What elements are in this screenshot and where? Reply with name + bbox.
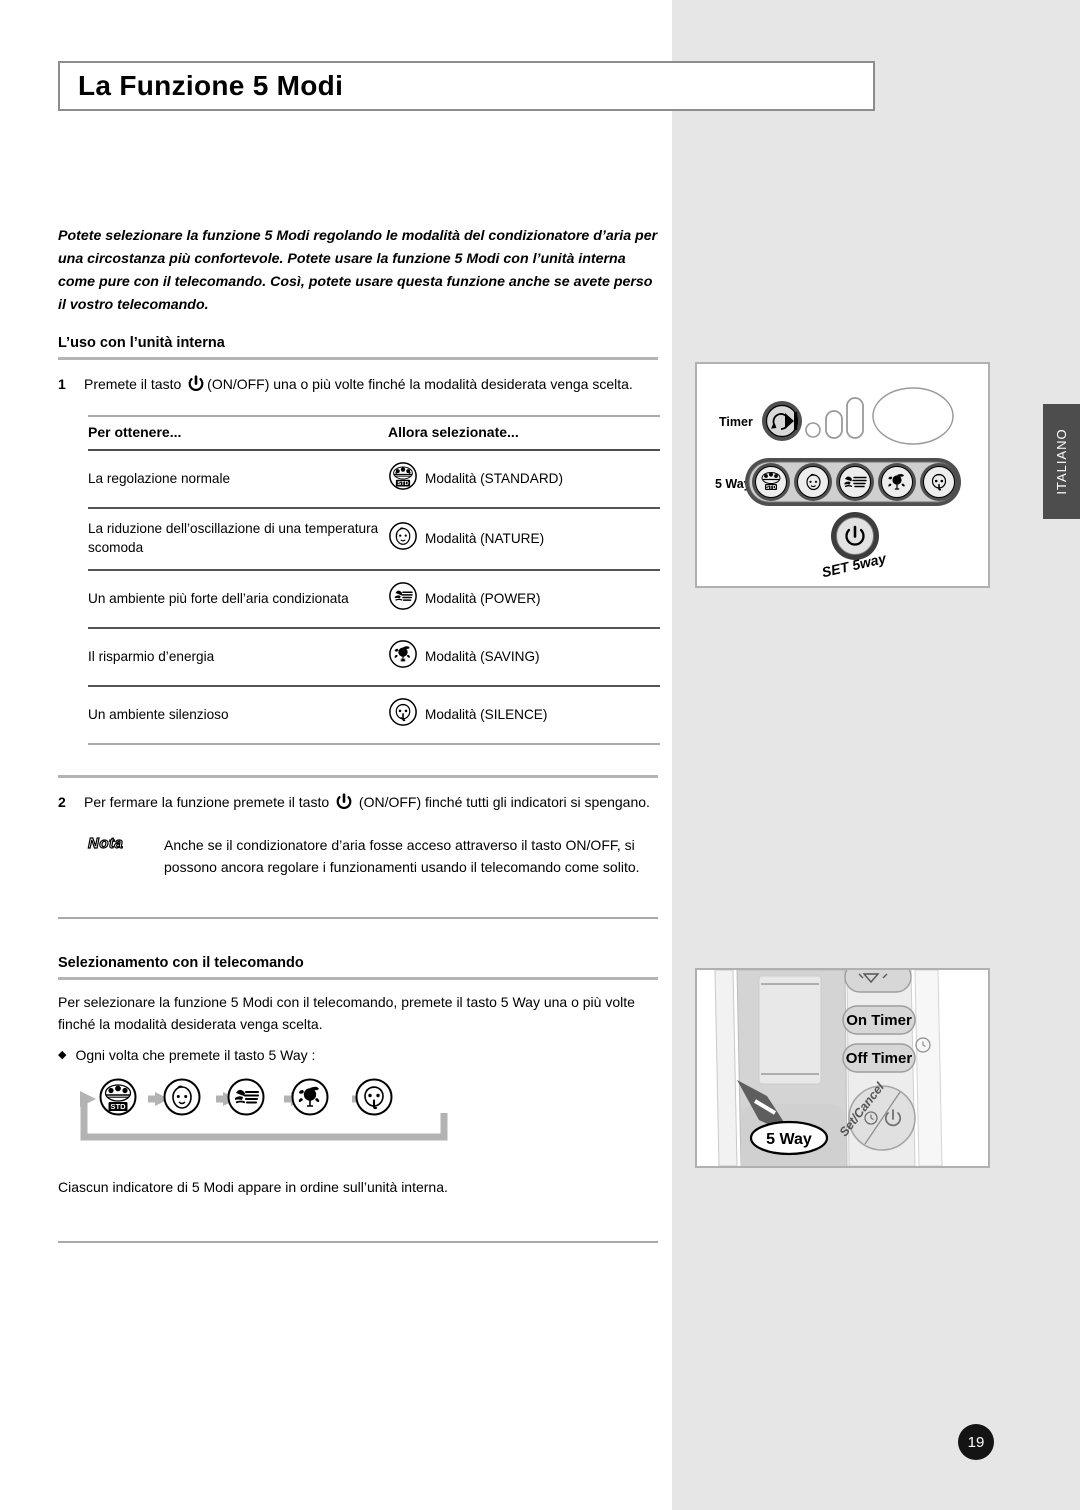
right-gray-panel bbox=[672, 0, 1080, 1510]
divider bbox=[58, 357, 658, 360]
section-heading-remote: Selezionamento con il telecomando bbox=[58, 954, 304, 971]
page-number-badge: 19 bbox=[958, 1424, 994, 1460]
mode-label: Modalità (NATURE) bbox=[425, 530, 545, 546]
table-row: La riduzione dell’oscillazione di una te… bbox=[88, 507, 660, 571]
remote-paragraph: Per selezionare la funzione 5 Modi con i… bbox=[58, 993, 635, 1032]
table-row: Il risparmio d’energia Modalità (SAVING) bbox=[88, 627, 660, 688]
step-1-text: Premete il tasto (ON/OFF) una o più volt… bbox=[84, 374, 658, 401]
off-timer-label: Off Timer bbox=[846, 1050, 913, 1067]
saving-mode-icon bbox=[290, 1077, 330, 1117]
standard-mode-icon: STD bbox=[98, 1077, 138, 1117]
mode-label: Modalità (SILENCE) bbox=[425, 707, 548, 723]
step-2-text-before: Per fermare la funzione premete il tasto bbox=[84, 794, 330, 811]
silence-mode-icon bbox=[354, 1077, 394, 1117]
table-cell-need: Un ambiente silenzioso bbox=[88, 686, 388, 746]
intro-paragraph: Potete selezionare la funzione 5 Modi re… bbox=[58, 228, 658, 313]
table-row: Un ambiente più forte dell’aria condizio… bbox=[88, 569, 660, 629]
modes-table: Per ottenere... Allora selezionate... La… bbox=[88, 414, 660, 746]
step-1-text-after: (ON/OFF) una o più volte finché la modal… bbox=[207, 376, 633, 392]
standard-mode-icon: STD bbox=[388, 461, 418, 496]
timer-label: Timer bbox=[719, 415, 753, 429]
table-cell-need: Un ambiente più forte dell’aria condizio… bbox=[88, 569, 388, 629]
remote-bullet: ◆ Ogni volta che premete il tasto 5 Way … bbox=[58, 1047, 658, 1065]
language-tab-italiano: ITALIANO bbox=[1043, 404, 1080, 519]
remote-closing-text: Ciascun indicatore di 5 Modi appare in o… bbox=[58, 1178, 448, 1195]
table-cell-mode: Modalità (POWER) bbox=[388, 569, 660, 629]
table-cell-mode: Modalità (NATURE) bbox=[388, 507, 660, 571]
power-mode-icon bbox=[388, 581, 418, 616]
table-cell-need: La riduzione dell’oscillazione di una te… bbox=[88, 507, 388, 571]
divider bbox=[58, 1240, 658, 1243]
indoor-unit-illustration: Timer 5 Way STD SET 5way bbox=[695, 362, 990, 588]
table-cell-mode: Modalità (SILENCE) bbox=[388, 686, 660, 746]
silence-mode-icon bbox=[388, 697, 418, 732]
fiveway-callout-label: 5 Way bbox=[766, 1131, 812, 1148]
page-title: La Funzione 5 Modi bbox=[78, 70, 344, 101]
step-2: 2 Per fermare la funzione premete il tas… bbox=[58, 792, 658, 819]
table-cell-need: Il risparmio d’energia bbox=[88, 627, 388, 688]
table-header-need: Per ottenere... bbox=[88, 414, 388, 451]
svg-text:STD: STD bbox=[397, 481, 408, 487]
main-content: Potete selezionare la funzione 5 Modi re… bbox=[58, 225, 660, 1243]
table-header-row: Per ottenere... Allora selezionate... bbox=[88, 414, 660, 451]
step-1: 1 Premete il tasto (ON/OFF) una o più vo… bbox=[58, 374, 658, 401]
power-button-icon bbox=[186, 374, 206, 401]
saving-mode-icon bbox=[388, 639, 418, 674]
section-heading-indoor: L’uso con l’unità interna bbox=[58, 335, 225, 351]
on-timer-label: On Timer bbox=[846, 1012, 912, 1029]
step-2-text: Per fermare la funzione premete il tasto… bbox=[84, 792, 658, 819]
mode-label: Modalità (SAVING) bbox=[425, 648, 540, 664]
flow-icon-list: STD bbox=[98, 1077, 394, 1117]
table-cell-mode: Modalità (SAVING) bbox=[388, 627, 660, 688]
step-2-text-after: (ON/OFF) finché tutti gli indicatori si … bbox=[358, 794, 650, 811]
svg-text:STD: STD bbox=[766, 485, 777, 491]
note-text: Anche se il condizionatore d’aria fosse … bbox=[164, 837, 640, 875]
step-2-number: 2 bbox=[58, 794, 66, 811]
table-header-select: Allora selezionate... bbox=[388, 414, 660, 451]
step-1-number: 1 bbox=[58, 376, 66, 392]
power-button-icon bbox=[334, 792, 354, 819]
table-cell-mode: STD Modalità (STANDARD) bbox=[388, 449, 660, 509]
mode-flow-diagram: STD bbox=[76, 1077, 476, 1149]
diamond-bullet-icon: ◆ bbox=[58, 1049, 67, 1062]
mode-label: Modalità (POWER) bbox=[425, 590, 541, 606]
note-badge: Nota bbox=[87, 835, 124, 853]
divider bbox=[58, 976, 658, 980]
svg-text:STD: STD bbox=[110, 1102, 126, 1111]
table-cell-need: La regolazione normale bbox=[88, 449, 388, 509]
nature-mode-icon bbox=[388, 521, 418, 556]
divider bbox=[58, 775, 658, 779]
mode-label: Modalità (STANDARD) bbox=[425, 470, 563, 486]
nature-mode-icon bbox=[162, 1077, 202, 1117]
remote-bullet-text: Ogni volta che premete il tasto 5 Way : bbox=[75, 1047, 316, 1064]
language-tab-label: ITALIANO bbox=[1054, 428, 1069, 495]
step-1-text-before: Premete il tasto bbox=[84, 376, 182, 392]
remote-control-illustration: On Timer Off Timer Set/Cancel 5 Way bbox=[695, 961, 990, 1168]
power-mode-icon bbox=[226, 1077, 266, 1117]
note-block: Nota Anche se il condizionatore d’aria f… bbox=[58, 835, 658, 878]
page-title-box: La Funzione 5 Modi bbox=[58, 61, 875, 111]
table-row: Un ambiente silenzioso Modalità (SILENCE… bbox=[88, 686, 660, 746]
divider bbox=[58, 916, 658, 919]
table-row: La regolazione normale STD Modalità (STA… bbox=[88, 449, 660, 509]
